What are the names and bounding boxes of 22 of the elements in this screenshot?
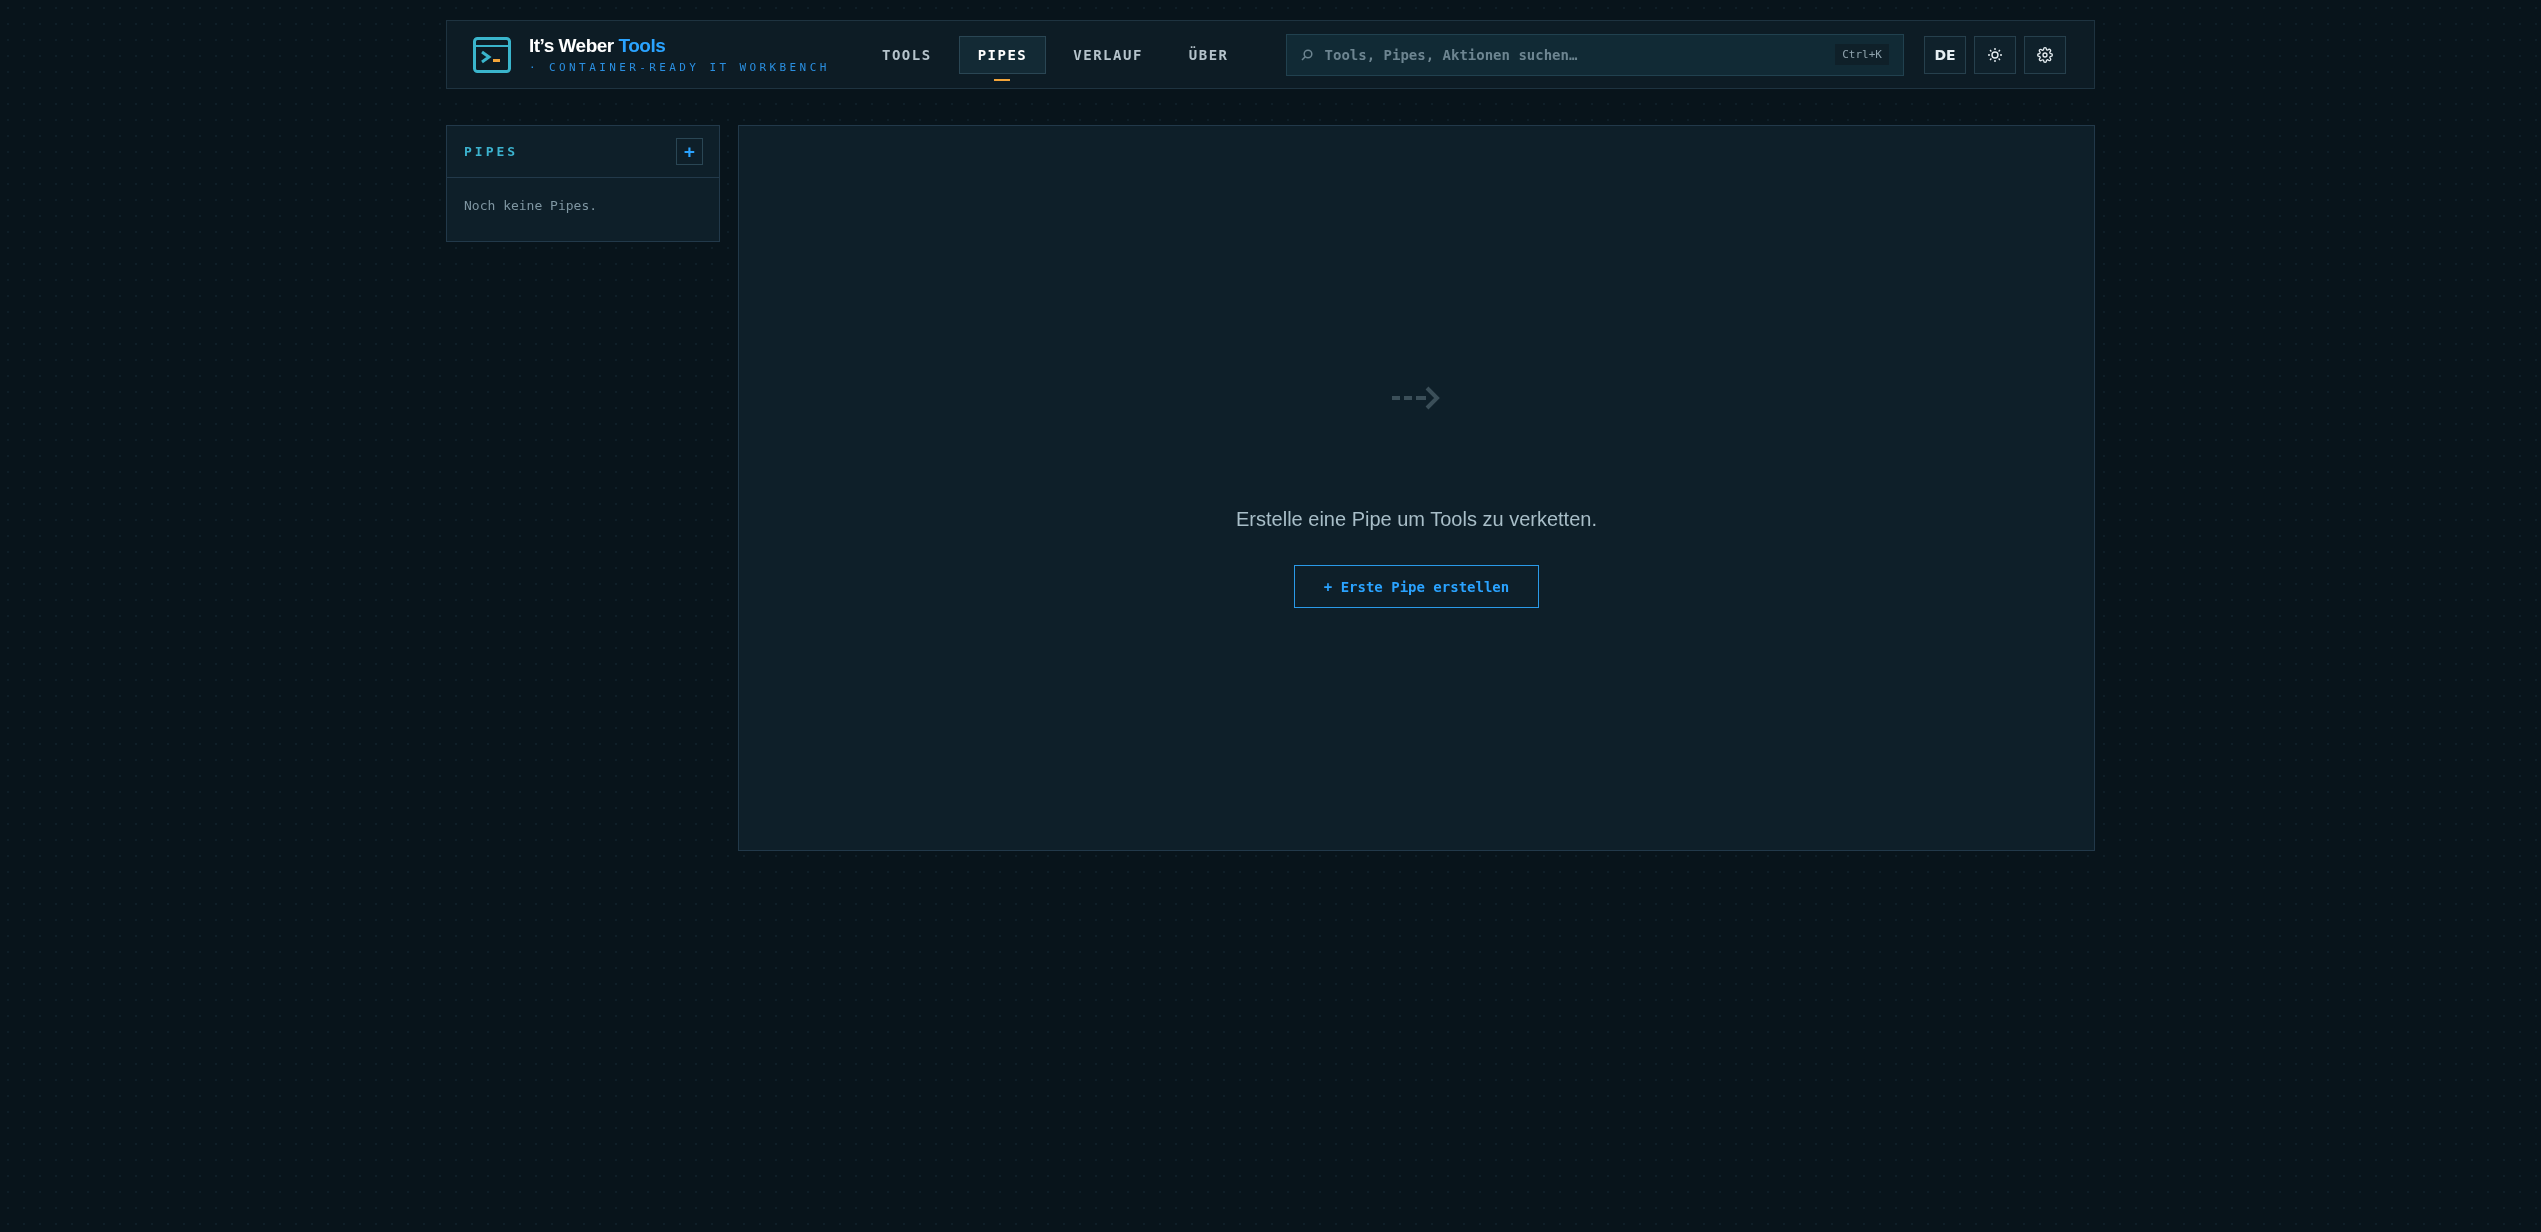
language-button[interactable]: DE <box>1924 35 1966 74</box>
terminal-icon <box>473 36 511 73</box>
nav-tab[interactable]: ÜBER <box>1169 35 1248 74</box>
sun-icon <box>1987 46 2003 63</box>
dashed-arrow-icon <box>1391 386 1442 410</box>
settings-icon <box>2037 46 2053 63</box>
search-field[interactable]: Tools, Pipes, Aktionen suchen… <box>1322 45 1826 64</box>
theme-button[interactable] <box>1974 35 2016 74</box>
app-title: It’s Weber Tools <box>529 35 667 57</box>
add-button[interactable]: + <box>676 138 703 165</box>
nav-tab[interactable]: VERLAUF <box>1054 35 1162 74</box>
settings-button[interactable] <box>2024 35 2066 74</box>
create-pipe-button[interactable]: + Erste Pipe erstellen <box>1294 565 1539 608</box>
app-tagline: · CONTAINER-READY IT WORKBENCH <box>529 61 830 74</box>
empty-state-message: Erstelle eine Pipe um Tools zu verketten. <box>1236 508 1597 531</box>
nav-tab[interactable]: PIPES <box>958 35 1047 74</box>
nav-tab[interactable]: TOOLS <box>863 35 951 74</box>
search-bar[interactable]: Tools, Pipes, Aktionen suchen… Ctrl+K <box>1285 33 1904 76</box>
shortcut-hint: Ctrl+K <box>1835 44 1889 65</box>
search-icon <box>1300 48 1313 61</box>
panel-title: PIPES <box>464 144 519 159</box>
empty-message: Noch keine Pipes. <box>463 197 599 215</box>
